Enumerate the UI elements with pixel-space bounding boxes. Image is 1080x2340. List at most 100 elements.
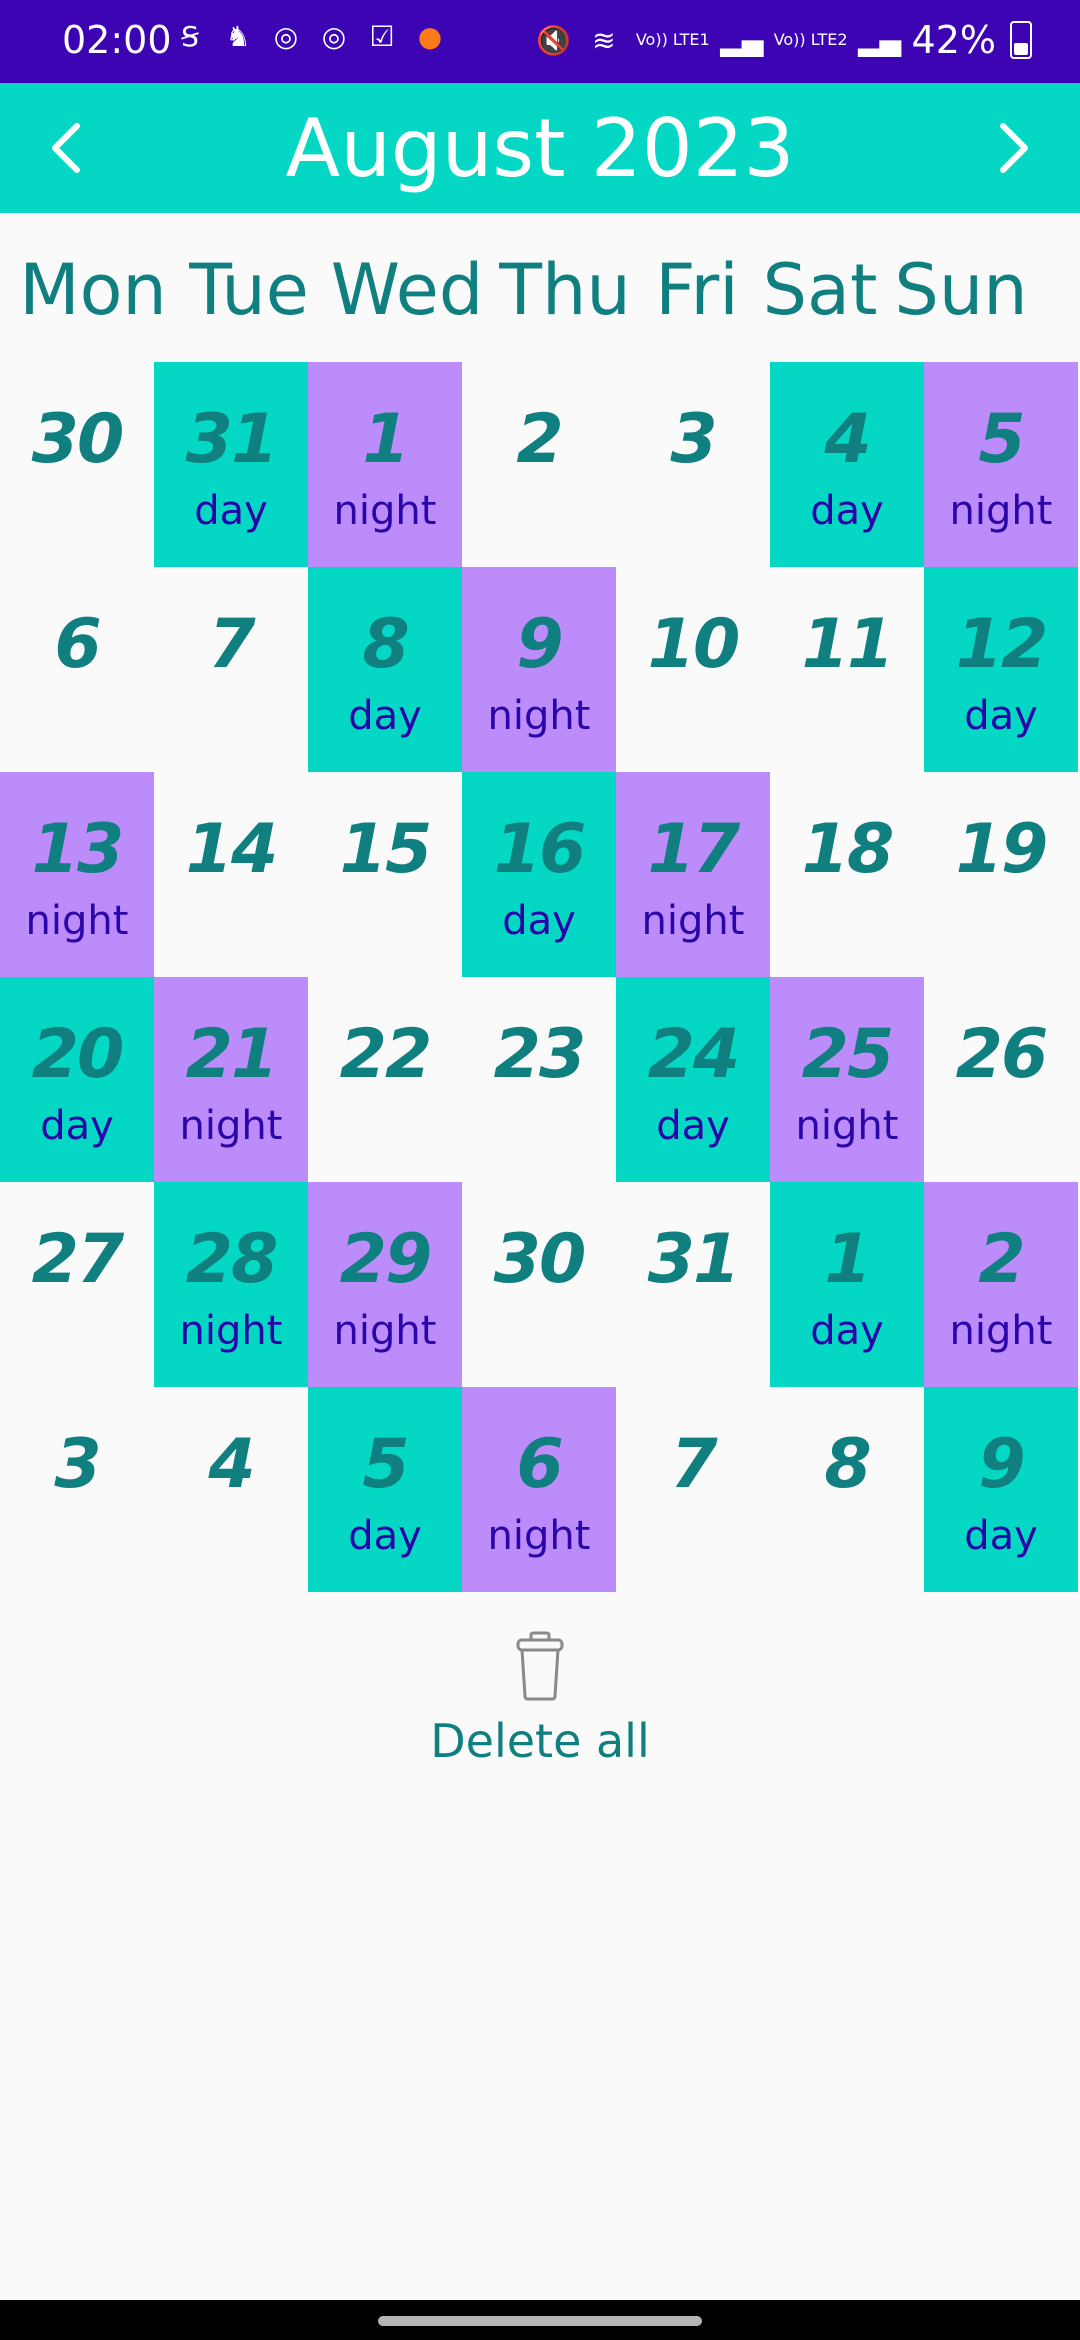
day-number: 26 (955, 1015, 1049, 1094)
calendar-day-cell[interactable]: 12 day (924, 567, 1078, 772)
day-number: 24 (647, 1015, 741, 1094)
shift-label: night (949, 1308, 1053, 1354)
calendar-day-cell[interactable]: 3 (616, 362, 770, 567)
day-number: 29 (339, 1220, 433, 1299)
battery-icon (1010, 21, 1032, 59)
calendar-day-cell[interactable]: 2 (462, 362, 616, 567)
day-number: 13 (31, 810, 125, 889)
shift-label: night (25, 898, 129, 944)
day-number: 3 (54, 1425, 101, 1504)
calendar-day-cell[interactable]: 28 night (154, 1182, 308, 1387)
delete-all-button[interactable]: Delete all (390, 1630, 690, 1780)
calendar-day-cell[interactable]: 1 day (770, 1182, 924, 1387)
day-number: 7 (208, 605, 255, 684)
calendar-day-cell[interactable]: 4 day (770, 362, 924, 567)
day-number: 15 (339, 810, 433, 889)
calendar-day-cell[interactable]: 5 night (924, 362, 1078, 567)
calendar-day-cell[interactable]: 6 night (462, 1387, 616, 1592)
weekday-wed: Wed (330, 249, 484, 331)
calendar-day-cell[interactable]: 30 (0, 362, 154, 567)
calendar-day-cell[interactable]: 2 night (924, 1182, 1078, 1387)
calendar-day-cell[interactable]: 24 day (616, 977, 770, 1182)
shift-label: night (795, 1103, 899, 1149)
day-number: 28 (185, 1220, 279, 1299)
calendar-day-cell[interactable]: 11 (770, 567, 924, 772)
calendar-day-cell[interactable]: 15 (308, 772, 462, 977)
battery-percent: 42% (911, 18, 996, 62)
weekday-sat: Sat (762, 249, 878, 331)
shift-label: day (348, 693, 422, 739)
day-number: 22 (339, 1015, 433, 1094)
shift-label: day (502, 898, 576, 944)
notification-app-icon: ● (417, 19, 443, 53)
weekday-tue: Tue (189, 249, 309, 331)
notification-sync-icon: ◎ (273, 19, 299, 53)
weekday-sun: Sun (894, 249, 1028, 331)
calendar-day-cell[interactable]: 7 (616, 1387, 770, 1592)
trash-icon (516, 1631, 564, 1701)
day-number: 23 (493, 1015, 587, 1094)
day-number: 27 (31, 1220, 125, 1299)
shift-label: day (348, 1513, 422, 1559)
wifi-icon: ≋ (592, 23, 616, 57)
shift-label: night (333, 488, 437, 534)
day-number: 2 (978, 1220, 1025, 1299)
day-number: 8 (824, 1425, 871, 1504)
calendar-day-cell[interactable]: 7 (154, 567, 308, 772)
shift-label: night (333, 1308, 437, 1354)
calendar-day-cell[interactable]: 13 night (0, 772, 154, 977)
shift-label: night (179, 1308, 283, 1354)
calendar-day-cell[interactable]: 31 day (154, 362, 308, 567)
day-number: 31 (647, 1220, 741, 1299)
day-number: 31 (185, 400, 279, 479)
calendar-day-cell[interactable]: 16 day (462, 772, 616, 977)
calendar-day-cell[interactable]: 19 (924, 772, 1078, 977)
calendar-day-cell[interactable]: 22 (308, 977, 462, 1182)
next-month-button[interactable] (950, 83, 1080, 213)
day-number: 7 (670, 1425, 717, 1504)
day-number: 9 (516, 605, 563, 684)
day-number: 6 (54, 605, 101, 684)
status-bar: 02:00 Ꞩ ♞ ◎ ◎ ☑ ● 🔇 ≋ Vo)) LTE1 ▂▄ Vo)) … (0, 0, 1080, 83)
calendar-day-cell[interactable]: 5 day (308, 1387, 462, 1592)
shift-label: day (810, 1308, 884, 1354)
shift-label: day (964, 693, 1038, 739)
day-number: 17 (647, 810, 741, 889)
calendar-day-cell[interactable]: 23 (462, 977, 616, 1182)
shift-label: day (194, 488, 268, 534)
calendar-day-cell[interactable]: 1 night (308, 362, 462, 567)
calendar-day-cell[interactable]: 6 (0, 567, 154, 772)
calendar-day-cell[interactable]: 14 (154, 772, 308, 977)
calendar-day-cell[interactable]: 3 (0, 1387, 154, 1592)
shift-label: night (487, 1513, 591, 1559)
day-number: 2 (516, 400, 563, 479)
network-2: Vo)) LTE2 (773, 30, 848, 49)
calendar-day-cell[interactable]: 8 day (308, 567, 462, 772)
calendar-day-cell[interactable]: 10 (616, 567, 770, 772)
calendar-day-cell[interactable]: 31 (616, 1182, 770, 1387)
day-number: 12 (955, 605, 1049, 684)
system-navigation-bar (0, 2300, 1080, 2340)
calendar-day-cell[interactable]: 27 (0, 1182, 154, 1387)
day-number: 1 (824, 1220, 871, 1299)
calendar-day-cell[interactable]: 9 night (462, 567, 616, 772)
shift-label: day (964, 1513, 1038, 1559)
calendar-day-cell[interactable]: 17 night (616, 772, 770, 977)
calendar-day-cell[interactable]: 9 day (924, 1387, 1078, 1592)
calendar-day-cell[interactable]: 25 night (770, 977, 924, 1182)
calendar-day-cell[interactable]: 29 night (308, 1182, 462, 1387)
calendar-day-cell[interactable]: 4 (154, 1387, 308, 1592)
day-number: 9 (978, 1425, 1025, 1504)
home-gesture-handle[interactable] (378, 2316, 702, 2326)
day-number: 3 (670, 400, 717, 479)
calendar-day-cell[interactable]: 30 (462, 1182, 616, 1387)
calendar-day-cell[interactable]: 26 (924, 977, 1078, 1182)
day-number: 5 (362, 1425, 409, 1504)
calendar-day-cell[interactable]: 21 night (154, 977, 308, 1182)
calendar-day-cell[interactable]: 18 (770, 772, 924, 977)
day-number: 20 (31, 1015, 125, 1094)
calendar-day-cell[interactable]: 8 (770, 1387, 924, 1592)
calendar-day-cell[interactable]: 20 day (0, 977, 154, 1182)
day-number: 4 (208, 1425, 255, 1504)
signal-2-icon: ▂▄ (858, 23, 902, 57)
